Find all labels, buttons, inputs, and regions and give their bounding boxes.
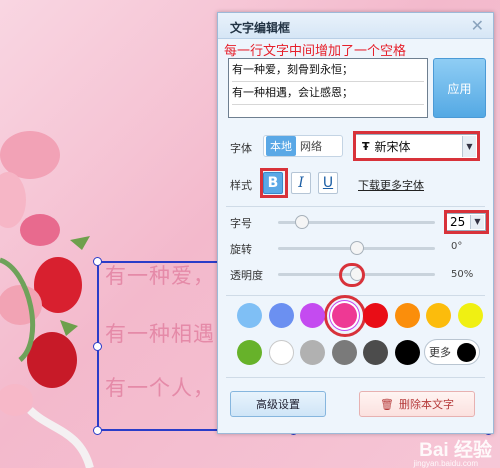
close-icon[interactable]: ✕ <box>471 16 484 35</box>
resize-handle-top-left[interactable] <box>93 257 102 266</box>
color-swatch[interactable] <box>268 303 294 328</box>
highlight-opacity <box>339 263 365 287</box>
trash-icon: 🗑 <box>380 397 394 411</box>
divider <box>226 295 485 296</box>
opacity-label: 透明度 <box>230 269 263 282</box>
annotation-note: 每一行文字中间增加了一个空格 <box>224 44 407 59</box>
highlight-size <box>444 210 489 234</box>
text-edit-panel: 文字编辑框 ✕ 每一行文字中间增加了一个空格 有一种爱，刻骨到永恒； 有一种相遇… <box>217 12 494 434</box>
size-label: 字号 <box>230 217 252 230</box>
apply-button[interactable]: 应用 <box>433 58 486 118</box>
watermark-url: jingyan.baidu.com <box>413 459 478 468</box>
panel-title: 文字编辑框 <box>230 21 291 35</box>
resize-handle-left[interactable] <box>93 342 102 351</box>
current-color-swatch <box>457 342 476 362</box>
color-swatch[interactable] <box>237 303 262 328</box>
rotate-slider-knob[interactable] <box>349 241 364 255</box>
text-input-line: 有一种相遇，会让感恩； <box>232 85 424 105</box>
tab-network[interactable]: 网络 <box>296 136 326 156</box>
rose-bouquet-image <box>0 131 94 468</box>
rotate-label: 旋转 <box>230 243 252 256</box>
more-colors-label: 更多 <box>429 346 451 359</box>
font-label: 字体 <box>230 142 252 155</box>
font-source-toggle: 本地 网络 <box>263 135 343 157</box>
color-swatch[interactable] <box>331 303 357 328</box>
watermark-brand: Bai 经验 <box>419 440 492 461</box>
highlight-font <box>353 131 480 161</box>
italic-button[interactable]: I <box>291 172 311 194</box>
color-swatch[interactable] <box>394 303 420 328</box>
color-swatch[interactable] <box>331 340 357 365</box>
advanced-settings-button[interactable]: 高级设置 <box>230 391 326 417</box>
text-input-line: 有一种爱，刻骨到永恒； <box>232 62 424 82</box>
underline-button[interactable]: U <box>318 172 338 194</box>
delete-text-button[interactable]: 🗑 删除本文字 <box>359 391 475 417</box>
color-swatch[interactable] <box>363 340 388 365</box>
color-swatch[interactable] <box>457 303 483 328</box>
tab-local[interactable]: 本地 <box>266 136 296 156</box>
divider <box>226 377 485 378</box>
color-swatch[interactable] <box>426 303 451 328</box>
color-swatch[interactable] <box>394 340 420 365</box>
panel-titlebar: 文字编辑框 ✕ <box>218 13 493 39</box>
resize-handle-bottom-left[interactable] <box>93 426 102 435</box>
rotate-value: 0° <box>451 241 463 252</box>
highlight-bold <box>260 168 288 198</box>
divider <box>226 206 485 207</box>
delete-text-label: 删除本文字 <box>398 398 454 411</box>
opacity-value: 50% <box>451 269 474 280</box>
size-slider[interactable] <box>278 215 435 229</box>
color-swatch[interactable] <box>300 340 325 365</box>
size-slider-knob[interactable] <box>295 215 310 229</box>
download-fonts-link[interactable]: 下载更多字体 <box>358 177 424 193</box>
style-label: 样式 <box>230 179 252 192</box>
color-swatch[interactable] <box>300 303 325 328</box>
more-colors-button[interactable]: 更多 <box>424 339 480 365</box>
color-swatch[interactable] <box>268 340 294 365</box>
text-input-area[interactable]: 有一种爱，刻骨到永恒； 有一种相遇，会让感恩； <box>228 58 428 118</box>
rotate-slider[interactable] <box>278 241 435 255</box>
color-swatch[interactable] <box>237 340 262 365</box>
color-swatch[interactable] <box>363 303 388 328</box>
